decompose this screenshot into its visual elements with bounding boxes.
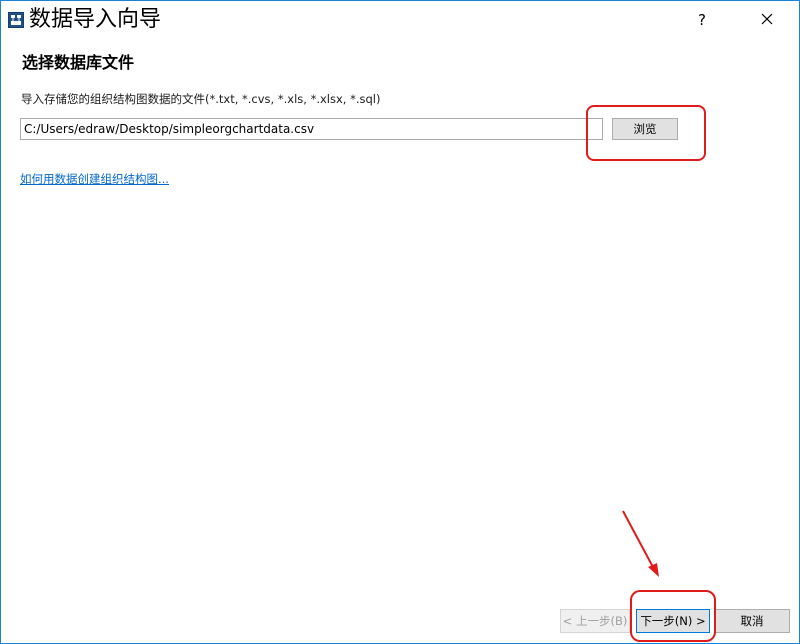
prev-button[interactable]: < 上一步(B) bbox=[560, 609, 630, 633]
file-type-description: 导入存储您的组织结构图数据的文件(*.txt, *.cvs, *.xls, *.… bbox=[21, 92, 381, 106]
section-title: 选择数据库文件 bbox=[22, 53, 135, 72]
file-path-input[interactable] bbox=[20, 118, 603, 140]
dialog-title: 数据导入向导 bbox=[29, 7, 162, 32]
help-button[interactable]: ? bbox=[691, 9, 713, 31]
close-icon bbox=[761, 13, 773, 25]
next-highlight bbox=[630, 590, 716, 642]
red-arrow-annotation bbox=[622, 510, 659, 577]
help-link[interactable]: 如何用数据创建组织结构图... bbox=[20, 172, 169, 187]
browse-highlight bbox=[586, 105, 706, 161]
close-button[interactable] bbox=[755, 7, 779, 31]
app-icon bbox=[8, 12, 24, 28]
title-bar: 数据导入向导 ? bbox=[1, 1, 799, 39]
cancel-button[interactable]: 取消 bbox=[714, 609, 790, 633]
